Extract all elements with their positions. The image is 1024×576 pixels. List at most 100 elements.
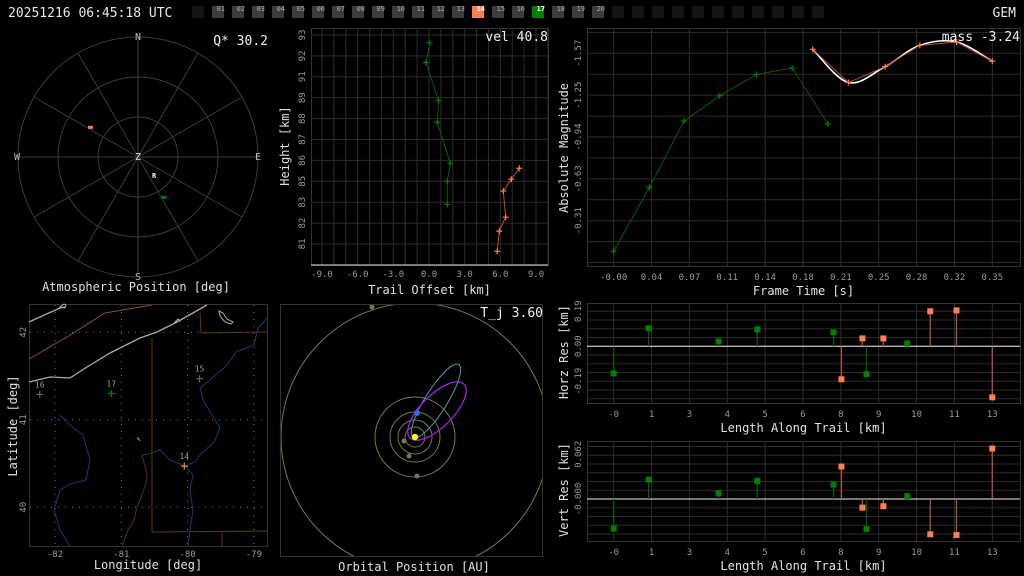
x-tick-label: 11	[949, 548, 960, 558]
x-axis-label: Trail Offset [km]	[368, 283, 491, 297]
series-station-17	[610, 476, 911, 533]
x-tick-label: 4	[725, 548, 730, 558]
camera-slot-11[interactable]: 11	[412, 5, 425, 18]
polar-spoke	[33, 96, 139, 158]
ground-map-panel[interactable]: 16 171514 Longitude [deg] Latitude [deg] …	[6, 303, 268, 572]
camera-slot-label: 03	[257, 5, 265, 13]
station-label: 16	[35, 380, 45, 389]
x-tick-label: 0.11	[716, 273, 738, 283]
residual-point	[859, 335, 866, 342]
y-tick-label: 83	[298, 197, 308, 208]
station-15-marker[interactable]: 15	[195, 365, 205, 383]
camera-slot-02[interactable]: 02	[232, 5, 245, 18]
camera-slot-18[interactable]: 18	[552, 5, 565, 18]
residual-point	[863, 371, 870, 378]
camera-slot-03[interactable]: 03	[252, 5, 265, 18]
camera-slot-09[interactable]: 09	[372, 5, 385, 18]
lake-island	[58, 303, 234, 325]
camera-slot-04[interactable]: 04	[272, 5, 285, 18]
y-tick-label: -0.31	[574, 207, 584, 234]
polar-spoke	[77, 52, 139, 158]
camera-slot-label: 01	[217, 5, 225, 13]
x-tick-label: 0.28	[906, 273, 928, 283]
residual-point	[880, 335, 887, 342]
camera-slot-empty	[652, 6, 664, 18]
data-point	[494, 248, 501, 255]
map-lon-tick: -82	[47, 550, 63, 560]
orbit-title: Orbital Position [AU]	[338, 560, 490, 574]
x-tick-label: 13	[987, 548, 998, 558]
camera-slot-17[interactable]: 17	[532, 5, 545, 18]
data-point	[426, 39, 433, 46]
station-16-marker[interactable]: 16	[35, 380, 45, 398]
camera-slot-06[interactable]: 06	[312, 5, 325, 18]
data-point	[916, 42, 923, 49]
camera-slot-07[interactable]: 07	[332, 5, 345, 18]
map-stations: 16 17 15 14	[35, 365, 205, 470]
data-point	[444, 178, 451, 185]
map-lon-tick: -79	[246, 550, 262, 560]
x-axis-label: Length Along Trail [km]	[720, 421, 886, 435]
horz_res-plot-frame	[587, 303, 1021, 404]
y-axis-label: Vert Res [km]	[557, 443, 571, 537]
data-point	[681, 118, 688, 125]
station-cross-icon	[36, 390, 44, 398]
camera-slot-10[interactable]: 10	[392, 5, 405, 18]
y-tick-label: 0.062	[574, 441, 584, 468]
x-axis-label: Frame Time [s]	[753, 284, 854, 298]
station-14-polar-point	[88, 125, 94, 129]
camera-slot-05[interactable]: 05	[292, 5, 305, 18]
x-tick-label: 3.0	[457, 270, 473, 280]
x-tick-label: 9	[876, 548, 881, 558]
series-station-17	[610, 325, 911, 378]
camera-slot-bar: 01 02 03 04 05 06 07 08 09 10 11 12 13 14 15 16 17 18 19 20	[192, 5, 824, 18]
camera-slot-label: 07	[337, 5, 345, 13]
residual-point	[645, 476, 652, 483]
map-grid	[30, 305, 267, 546]
map-x-label: Longitude [deg]	[94, 558, 202, 572]
camera-slot-label: 13	[457, 5, 465, 13]
zenith-label: Z	[135, 152, 141, 163]
residual-point	[904, 493, 911, 500]
station-14-marker[interactable]: 14	[179, 452, 189, 470]
y-tick-label: 93	[298, 30, 308, 41]
camera-slot-label: 14	[477, 5, 485, 13]
station-17-marker[interactable]: 17	[107, 380, 117, 398]
y-axis-label: Height [km]	[278, 106, 292, 185]
camera-slot-01[interactable]: 01	[212, 5, 225, 18]
camera-slot-empty	[812, 6, 824, 18]
camera-slot-19[interactable]: 19	[572, 5, 585, 18]
camera-slot-12[interactable]: 12	[432, 5, 445, 18]
camera-slot-08[interactable]: 08	[352, 5, 365, 18]
camera-slot-14[interactable]: 14	[472, 5, 485, 18]
x-tick-label: 9.0	[528, 270, 544, 280]
earth-marker	[414, 410, 420, 416]
data-point	[824, 120, 831, 127]
camera-slot-empty	[712, 6, 724, 18]
lake-shoreline-north	[28, 306, 66, 323]
camera-slot-empty	[192, 6, 204, 18]
series-station-17	[423, 39, 454, 208]
map-lat-tick: 41	[19, 414, 29, 425]
x-tick-label: 0.14	[754, 273, 776, 283]
vertical-residual-chart: -0 1 3 4 5 6 8 9 10 11 130.062-0.000Length Along T…	[557, 441, 1021, 573]
camera-slot-15[interactable]: 15	[492, 5, 505, 18]
x-tick-label: 3	[687, 410, 692, 420]
residual-point	[838, 463, 845, 470]
camera-slot-16[interactable]: 16	[512, 5, 525, 18]
x-tick-label: 0.07	[679, 273, 701, 283]
residual-point	[645, 325, 652, 332]
x-tick-label: 10	[911, 548, 922, 558]
residual-point	[863, 526, 870, 533]
series-station-17	[610, 64, 831, 255]
y-tick-label: 92	[298, 50, 308, 61]
camera-slot-20[interactable]: 20	[592, 5, 605, 18]
x-tick-label: 5	[762, 410, 767, 420]
x-tick-label: 0.21	[830, 273, 852, 283]
station-cross-icon	[196, 375, 204, 383]
camera-slot-13[interactable]: 13	[452, 5, 465, 18]
y-axis-label: Absolute Magnitude	[557, 83, 571, 213]
residual-point	[754, 326, 761, 333]
river-ohio	[121, 452, 153, 547]
map-lon-tick: -80	[179, 550, 195, 560]
